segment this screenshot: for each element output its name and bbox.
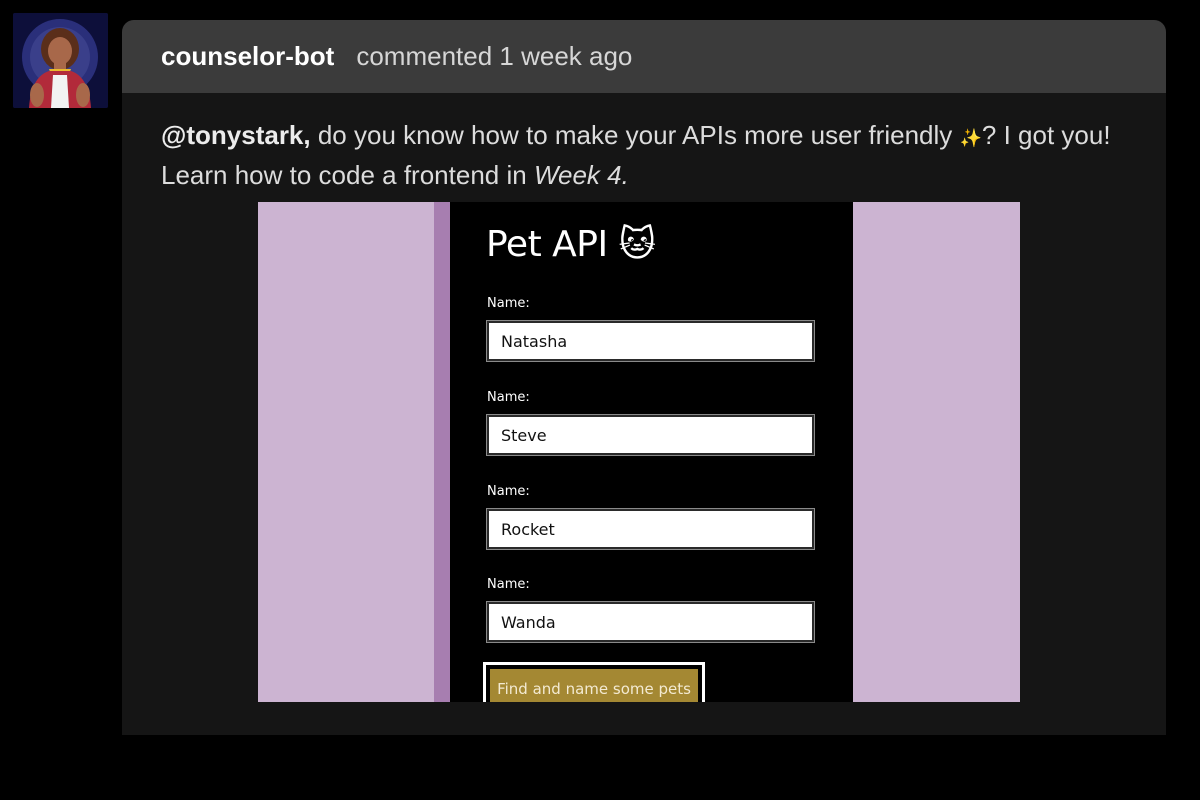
counselor-avatar-icon[interactable]: [13, 13, 108, 108]
page: counselor-bot commented 1 week ago @tony…: [0, 0, 1200, 800]
field-label: Name:: [487, 390, 530, 405]
comment-line-2: Learn how to code a frontend in Week 4.: [161, 157, 1127, 194]
comment-line-1: @tonystark, do you know how to make your…: [161, 117, 1127, 157]
comment-timestamp[interactable]: commented 1 week ago: [356, 41, 632, 72]
find-pets-button[interactable]: Find and name some pets: [490, 669, 698, 702]
demo-gif: Pet API 🐱 Name: Name: Name: Name: Find a…: [258, 202, 1020, 702]
pet-name-input-3[interactable]: [486, 508, 815, 550]
comment-header: counselor-bot commented 1 week ago: [122, 20, 1166, 93]
field-label: Name:: [487, 577, 530, 592]
comment-text-part2: ? I got you!: [981, 120, 1111, 150]
demo-side-strip: [434, 202, 450, 702]
comment-card: counselor-bot commented 1 week ago @tony…: [122, 20, 1166, 735]
comment-author[interactable]: counselor-bot: [161, 41, 334, 72]
pet-name-input-2[interactable]: [486, 414, 815, 456]
comment-text-part1: do you know how to make your APIs more u…: [310, 120, 960, 150]
demo-form-panel: Pet API 🐱 Name: Name: Name: Name: Find a…: [450, 202, 853, 702]
field-label: Name:: [487, 296, 530, 311]
pet-name-input-4[interactable]: [486, 601, 815, 643]
pet-name-input-1[interactable]: [486, 320, 815, 362]
avatar-illustration: [13, 13, 108, 108]
user-mention[interactable]: @tonystark,: [161, 120, 311, 150]
comment-line2-prefix: Learn how to code a frontend in: [161, 160, 534, 190]
comment-body: @tonystark, do you know how to make your…: [122, 93, 1166, 194]
sparkle-icon: ✨: [959, 128, 982, 148]
demo-title: Pet API 🐱: [486, 224, 656, 265]
field-label: Name:: [487, 484, 530, 499]
week-emphasis: Week 4.: [533, 160, 629, 190]
find-pets-button-focus-ring: Find and name some pets: [483, 662, 705, 702]
